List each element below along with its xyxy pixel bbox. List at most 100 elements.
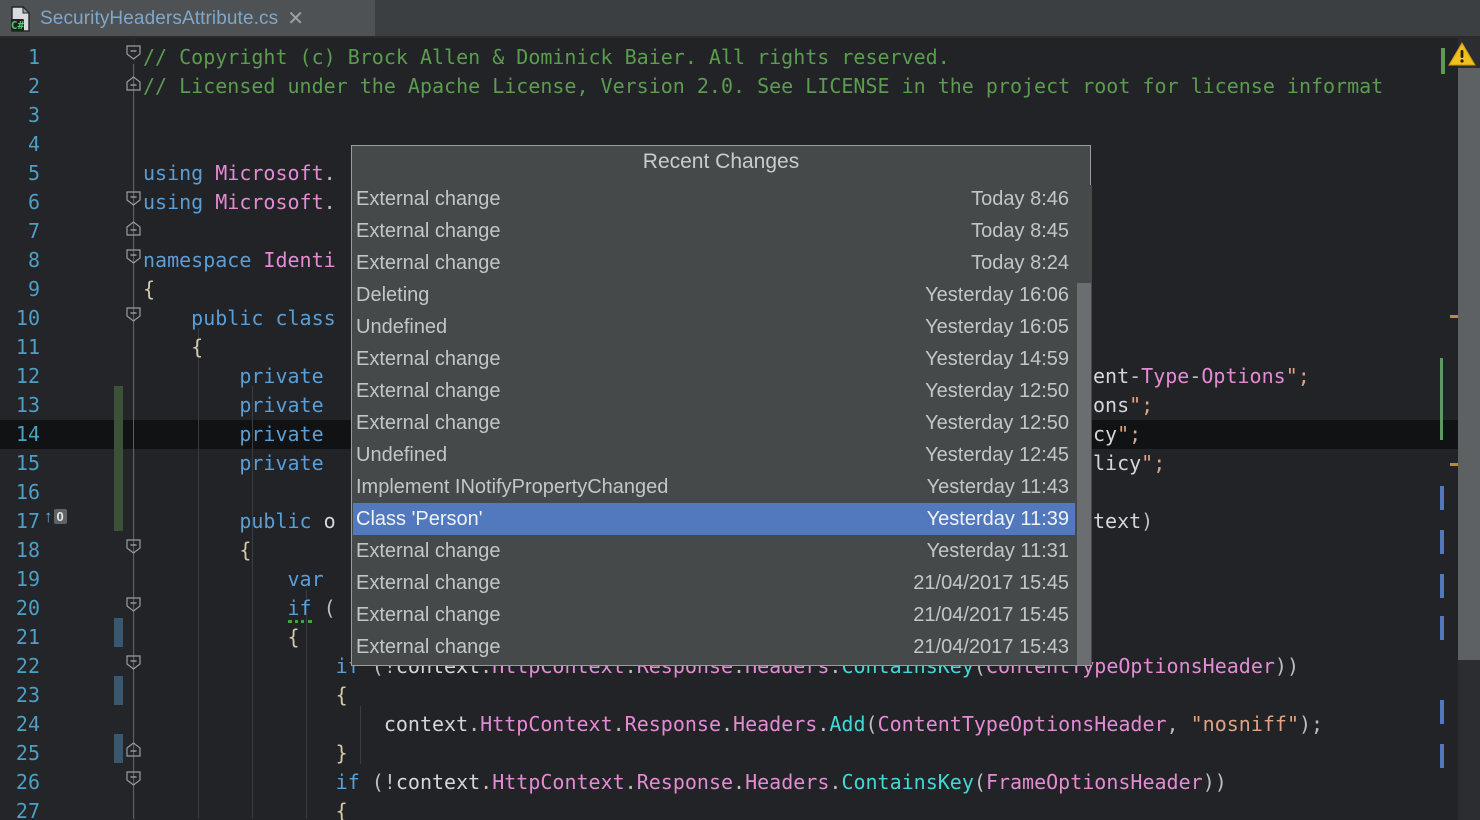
recent-changes-list[interactable]: External change Today 8:46 External change… xyxy=(353,186,1075,665)
usage-count-badge[interactable]: ↑ 0 xyxy=(44,502,67,531)
code-line[interactable]: { xyxy=(143,681,348,710)
fold-toggle-icon[interactable] xyxy=(124,189,143,208)
fold-toggle-icon[interactable] xyxy=(124,653,143,672)
recent-change-row[interactable]: External change Today 8:45 xyxy=(353,215,1075,247)
recent-change-row[interactable]: External change Yesterday 12:50 xyxy=(353,375,1075,407)
change-label: Deleting xyxy=(356,283,430,306)
line-number: 27 xyxy=(15,799,40,820)
fold-toggle-icon[interactable] xyxy=(124,219,143,238)
line-number: 2 xyxy=(27,74,40,98)
recent-change-row[interactable]: External change Yesterday 11:31 xyxy=(353,535,1075,567)
stripe-change-marker[interactable] xyxy=(1440,574,1444,598)
line-number: 15 xyxy=(15,451,40,475)
usage-count-label: 0 xyxy=(53,509,67,524)
change-label: External change xyxy=(356,539,501,562)
editor-scrollbar-thumb[interactable] xyxy=(1458,68,1480,660)
gutter-modified-marker[interactable] xyxy=(114,618,123,647)
recent-change-row[interactable]: Undefined Yesterday 12:45 xyxy=(353,439,1075,471)
change-timestamp: Yesterday 14:59 xyxy=(925,347,1069,370)
change-timestamp: Today 8:45 xyxy=(971,219,1069,242)
fold-toggle-icon[interactable] xyxy=(124,537,143,556)
recent-change-row[interactable]: External change 21/04/2017 15:45 xyxy=(353,567,1075,599)
change-label: External change xyxy=(356,187,501,210)
line-number: 21 xyxy=(15,625,40,649)
editor-tab-label: SecurityHeadersAttribute.cs xyxy=(40,8,279,29)
code-line[interactable]: private xyxy=(143,391,323,420)
stripe-change-marker[interactable] xyxy=(1440,616,1444,640)
code-line[interactable]: } xyxy=(143,739,348,768)
code-line[interactable]: private xyxy=(143,420,323,449)
line-number: 17 xyxy=(15,509,40,533)
stripe-change-marker[interactable] xyxy=(1440,744,1444,768)
code-line[interactable]: private xyxy=(143,449,323,478)
code-line-fragment[interactable]: ons"; xyxy=(1093,391,1153,420)
recent-change-row[interactable]: Class 'Person' Yesterday 11:39 xyxy=(353,503,1075,535)
code-line[interactable]: private xyxy=(143,362,323,391)
fold-toggle-icon[interactable] xyxy=(124,595,143,614)
code-line-fragment[interactable]: cy"; xyxy=(1093,420,1141,449)
recent-change-row[interactable]: External change 21/04/2017 15:45 xyxy=(353,599,1075,631)
recent-change-row[interactable]: External change Today 8:46 xyxy=(353,186,1075,215)
line-number: 16 xyxy=(15,480,40,504)
stripe-added-marker[interactable] xyxy=(1440,358,1443,440)
fold-toggle-icon[interactable] xyxy=(124,769,143,788)
fold-toggle-icon[interactable] xyxy=(124,247,143,266)
code-line[interactable]: namespace Identi xyxy=(143,246,336,275)
code-line[interactable]: { xyxy=(143,333,203,362)
code-line[interactable]: if (!context.HttpContext.Response.Header… xyxy=(143,768,1227,797)
code-line-fragment[interactable]: licy"; xyxy=(1093,449,1165,478)
change-label: External change xyxy=(356,571,501,594)
code-line[interactable]: { xyxy=(143,536,251,565)
editor-tab-securityheadersattribute[interactable]: C# SecurityHeadersAttribute.cs ✕ xyxy=(0,0,375,38)
gutter-modified-marker[interactable] xyxy=(114,734,123,763)
stripe-change-marker[interactable] xyxy=(1440,486,1444,510)
stripe-marker[interactable] xyxy=(1441,48,1445,74)
fold-toggle-icon[interactable] xyxy=(124,305,143,324)
code-line-fragment[interactable]: text) xyxy=(1093,507,1153,536)
gutter-modified-marker[interactable] xyxy=(114,676,123,705)
gutter-added-marker[interactable] xyxy=(114,386,123,531)
fold-guide-line xyxy=(133,64,134,819)
code-line[interactable]: // Licensed under the Apache License, Ve… xyxy=(143,72,1383,101)
recent-change-row[interactable]: Undefined Yesterday 16:05 xyxy=(353,311,1075,343)
recent-change-row[interactable]: External change Yesterday 12:50 xyxy=(353,407,1075,439)
recent-change-row[interactable]: External change Today 8:24 xyxy=(353,247,1075,279)
code-line[interactable]: public class xyxy=(143,304,336,333)
editor-tab-bar: C# SecurityHeadersAttribute.cs ✕ xyxy=(0,0,1480,39)
recent-changes-popup[interactable]: Recent Changes External change Today 8:46… xyxy=(351,145,1091,666)
fold-toggle-icon[interactable] xyxy=(124,74,143,93)
code-line-fragment[interactable]: ent-Type-Options"; xyxy=(1093,362,1310,391)
code-line[interactable]: using Microsoft. xyxy=(143,188,336,217)
svg-text:C#: C# xyxy=(11,19,25,32)
stripe-change-marker[interactable] xyxy=(1440,530,1444,554)
line-number: 20 xyxy=(15,596,40,620)
code-line[interactable]: if ( xyxy=(143,594,336,623)
change-label: External change xyxy=(356,411,501,434)
recent-change-row[interactable]: Implement INotifyPropertyChanged Yesterda… xyxy=(353,471,1075,503)
code-line[interactable]: public o xyxy=(143,507,335,536)
code-line[interactable]: { xyxy=(143,623,300,652)
line-number: 3 xyxy=(27,103,40,127)
code-line[interactable]: var xyxy=(143,565,324,594)
change-timestamp: Yesterday 12:45 xyxy=(925,443,1069,466)
code-line[interactable]: { xyxy=(143,797,348,820)
code-line[interactable]: { xyxy=(143,275,155,304)
error-stripe[interactable] xyxy=(1440,38,1480,820)
change-label: External change xyxy=(356,219,501,242)
line-number: 12 xyxy=(15,364,40,388)
recent-change-row[interactable]: Deleting Yesterday 16:06 xyxy=(353,279,1075,311)
change-timestamp: Today 8:46 xyxy=(971,187,1069,210)
warning-triangle-icon[interactable] xyxy=(1448,42,1476,67)
fold-toggle-icon[interactable] xyxy=(124,43,143,62)
code-line[interactable]: // Copyright (c) Brock Allen & Dominick … xyxy=(143,43,950,72)
recent-change-row[interactable]: External change Yesterday 14:59 xyxy=(353,343,1075,375)
popup-scrollbar-thumb[interactable] xyxy=(1077,283,1091,665)
recent-change-row[interactable]: External change 21/04/2017 15:43 xyxy=(353,631,1075,663)
stripe-change-marker[interactable] xyxy=(1440,700,1444,724)
change-timestamp: 21/04/2017 15:45 xyxy=(913,603,1069,626)
close-icon[interactable]: ✕ xyxy=(287,9,304,29)
code-line[interactable]: using Microsoft. xyxy=(143,159,336,188)
fold-toggle-icon[interactable] xyxy=(124,740,143,759)
code-line[interactable]: context.HttpContext.Response.Headers.Add… xyxy=(143,710,1323,739)
line-number: 23 xyxy=(15,683,40,707)
